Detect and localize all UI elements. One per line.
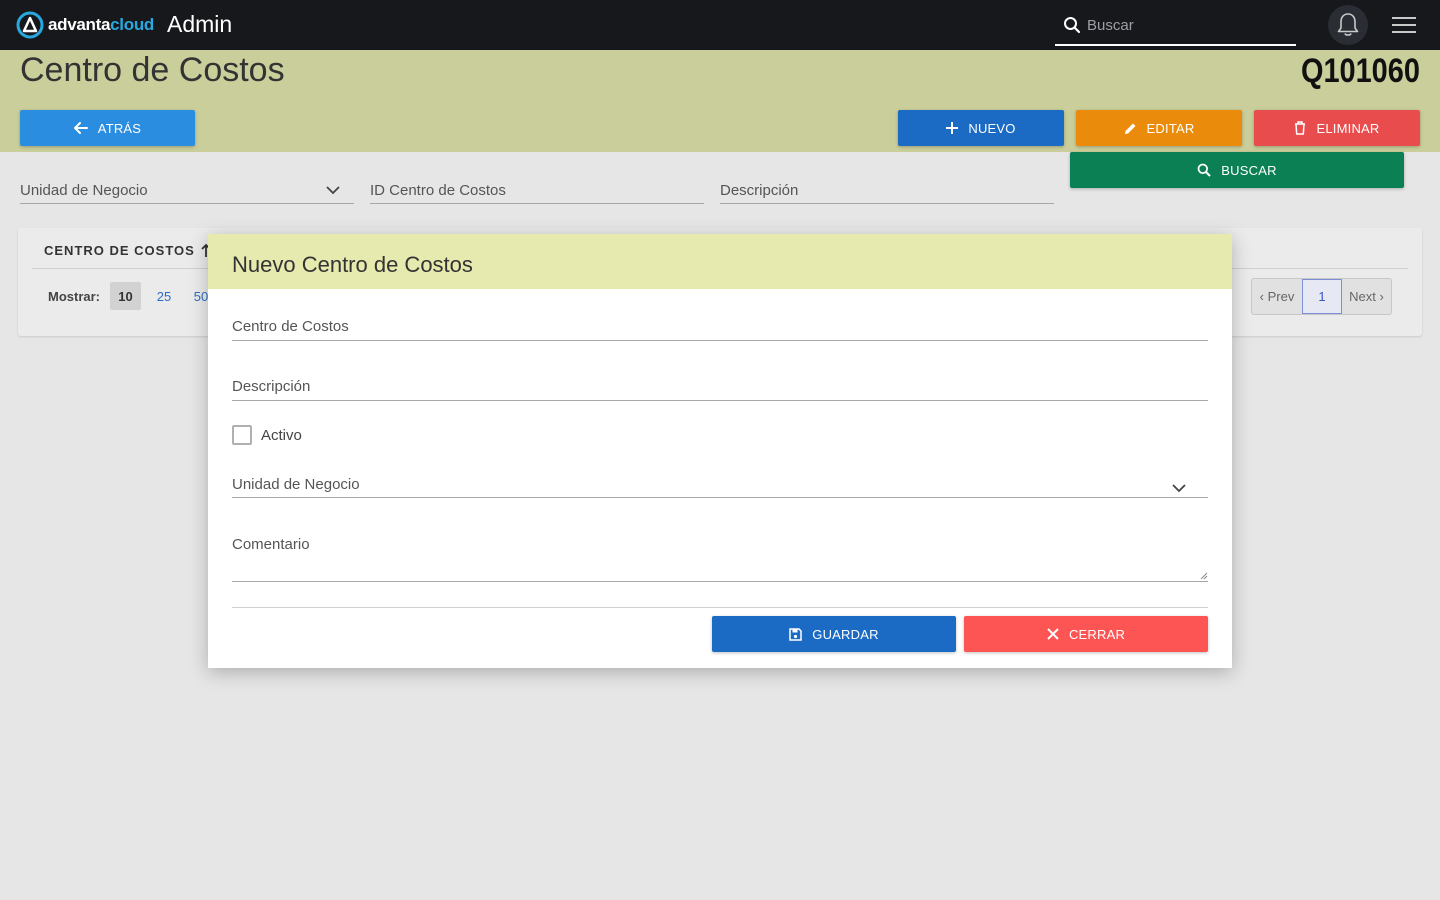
floppy-disk-icon xyxy=(789,627,803,641)
back-button-label: ATRÁS xyxy=(97,120,142,136)
delete-button[interactable]: ELIMINAR xyxy=(1254,110,1420,146)
app-logo[interactable]: advantacloud xyxy=(16,11,154,39)
description-field-label: Descripción xyxy=(232,378,311,395)
resize-handle-icon[interactable] xyxy=(1200,572,1208,580)
arrow-left-icon xyxy=(73,122,88,134)
page-code: Q101060 xyxy=(1301,52,1420,90)
page-size-option[interactable]: 10 xyxy=(110,282,141,310)
search-button[interactable]: BUSCAR xyxy=(1070,152,1404,188)
page-size-label: Mostrar: xyxy=(48,289,101,304)
global-search[interactable] xyxy=(1055,8,1296,46)
business-unit-select-label: Unidad de Negocio xyxy=(232,476,360,493)
description-filter-label: Descripción xyxy=(720,182,799,199)
delete-button-label: ELIMINAR xyxy=(1316,120,1380,136)
chevron-down-icon xyxy=(1172,484,1186,493)
active-checkbox-row[interactable]: Activo xyxy=(232,425,302,445)
active-checkbox-label: Activo xyxy=(261,426,302,444)
search-icon xyxy=(1064,17,1081,34)
pencil-icon xyxy=(1124,123,1136,134)
comment-textarea-label: Comentario xyxy=(232,536,310,553)
new-cost-center-modal: Nuevo Centro de Costos Centro de Costos … xyxy=(208,234,1232,668)
column-header-label: CENTRO DE COSTOS xyxy=(44,243,195,258)
advantacloud-logo-icon xyxy=(16,11,44,39)
description-filter[interactable]: Descripción xyxy=(720,178,1054,204)
edit-button[interactable]: EDITAR xyxy=(1076,110,1242,146)
cost-center-field-label: Centro de Costos xyxy=(232,318,349,335)
cost-center-id-filter[interactable]: ID Centro de Costos xyxy=(370,178,704,204)
business-unit-select[interactable]: Unidad de Negocio xyxy=(232,476,1208,498)
bell-icon xyxy=(1337,13,1359,36)
cost-center-id-filter-label: ID Centro de Costos xyxy=(370,182,506,199)
top-bar: advantacloud Admin xyxy=(0,0,1440,50)
close-button-label: CERRAR xyxy=(1068,626,1126,642)
edit-button-label: EDITAR xyxy=(1146,120,1195,136)
trash-icon xyxy=(1295,121,1306,135)
active-checkbox[interactable] xyxy=(232,425,252,445)
prev-page-button[interactable]: ‹ Prev xyxy=(1252,279,1302,314)
app-title: Admin xyxy=(167,11,233,37)
page-title: Centro de Costos xyxy=(20,51,285,89)
back-button[interactable]: ATRÁS xyxy=(20,110,195,146)
search-button-label: BUSCAR xyxy=(1221,162,1277,178)
new-button-label: NUEVO xyxy=(968,120,1016,136)
search-input[interactable] xyxy=(1087,14,1287,36)
close-button[interactable]: CERRAR xyxy=(964,616,1208,652)
save-button-label: GUARDAR xyxy=(812,626,879,642)
hamburger-menu-icon[interactable] xyxy=(1392,14,1416,36)
cost-center-field[interactable]: Centro de Costos xyxy=(232,318,1208,341)
description-field[interactable]: Descripción xyxy=(232,378,1208,401)
search-icon xyxy=(1197,163,1212,177)
logo-text: advantacloud xyxy=(48,15,154,34)
pagination: ‹ Prev 1 Next › xyxy=(1251,278,1392,315)
next-page-button[interactable]: Next › xyxy=(1342,279,1391,314)
save-button[interactable]: GUARDAR xyxy=(712,616,956,652)
business-unit-filter-label: Unidad de Negocio xyxy=(20,182,148,199)
chevron-down-icon xyxy=(326,186,340,195)
modal-header: Nuevo Centro de Costos xyxy=(208,234,1232,289)
plus-icon xyxy=(946,122,959,134)
new-button[interactable]: NUEVO xyxy=(898,110,1064,146)
business-unit-filter[interactable]: Unidad de Negocio xyxy=(20,178,354,204)
current-page-button[interactable]: 1 xyxy=(1302,279,1342,314)
close-icon xyxy=(1047,628,1059,640)
notifications-button[interactable] xyxy=(1328,5,1368,45)
column-header-cost-center[interactable]: CENTRO DE COSTOS xyxy=(44,243,211,258)
modal-footer-divider xyxy=(232,607,1208,608)
comment-textarea[interactable]: Comentario xyxy=(232,536,1208,582)
page-size-option[interactable]: 25 xyxy=(150,282,178,310)
modal-title: Nuevo Centro de Costos xyxy=(232,252,473,277)
